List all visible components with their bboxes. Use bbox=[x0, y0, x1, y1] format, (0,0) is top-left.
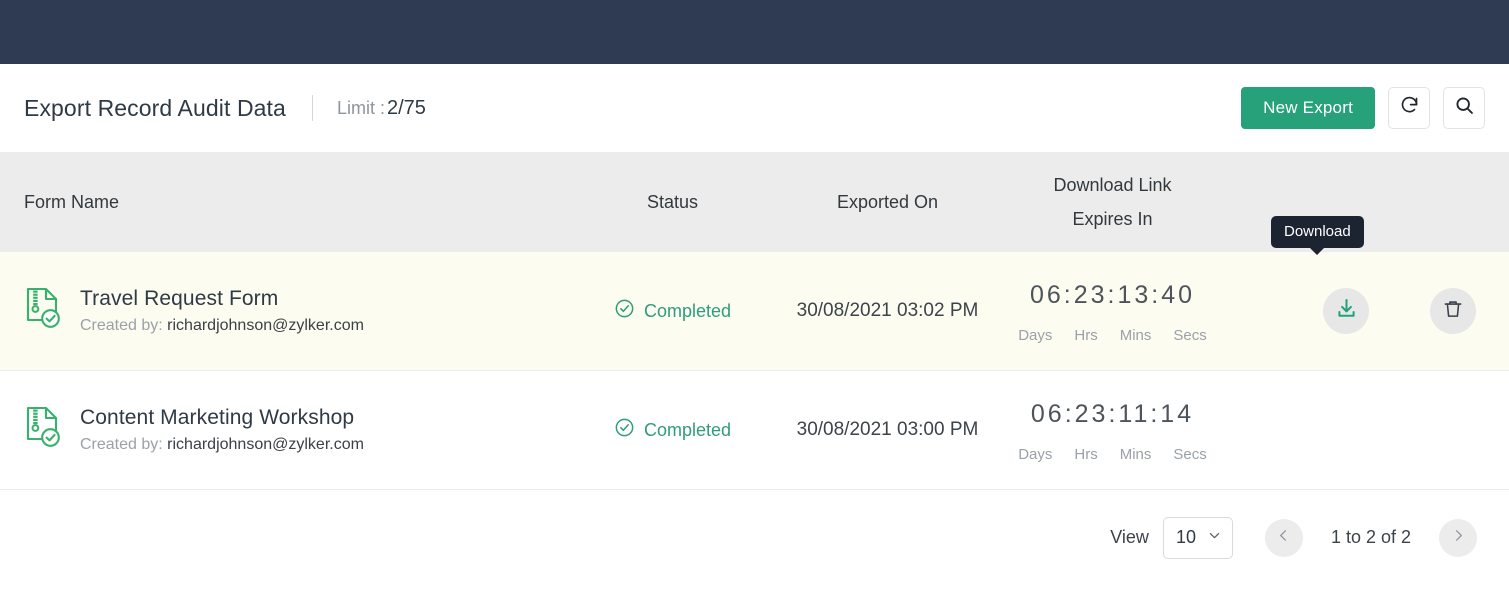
exported-on-cell: 30/08/2021 03:00 PM bbox=[796, 419, 979, 441]
title-separator bbox=[311, 95, 313, 121]
form-name-label: Travel Request Form bbox=[80, 287, 279, 310]
pagination-range-text: 1 to 2 of 2 bbox=[1330, 527, 1411, 547]
refresh-icon bbox=[1399, 95, 1420, 121]
created-by-label: Created by: bbox=[80, 436, 163, 453]
delete-button[interactable] bbox=[1430, 288, 1476, 334]
created-by-email: richardjohnson@zylker.com bbox=[167, 317, 364, 334]
limit-indicator: Limit :2/75 bbox=[337, 97, 426, 120]
created-by-line: Created by: richardjohnson@zylker.com bbox=[80, 436, 364, 454]
countdown-label-secs: Secs bbox=[1173, 446, 1207, 463]
page-size-select[interactable]: 10 bbox=[1162, 516, 1233, 559]
countdown-value: 06:23:11:14 bbox=[1030, 399, 1195, 428]
column-header-exported-on: Exported On bbox=[836, 191, 939, 212]
trash-icon bbox=[1442, 298, 1464, 325]
status-label: Completed bbox=[643, 419, 732, 440]
countdown-value: 06:23:13:40 bbox=[1029, 280, 1196, 309]
exported-on-cell: 30/08/2021 03:02 PM bbox=[796, 300, 979, 322]
check-circle-icon bbox=[614, 417, 635, 443]
form-text-block: Content Marketing Workshop Created by: r… bbox=[80, 406, 364, 454]
countdown-label-secs: Secs bbox=[1173, 327, 1207, 344]
form-name-cell: Content Marketing Workshop Created by: r… bbox=[0, 405, 570, 456]
chevron-down-icon bbox=[1207, 527, 1222, 548]
column-header-form-name: Form Name bbox=[24, 191, 120, 212]
countdown-label-days: Days bbox=[1018, 327, 1053, 344]
column-header-status: Status bbox=[646, 191, 699, 212]
status-label: Completed bbox=[643, 300, 732, 321]
status-cell: Completed bbox=[570, 417, 775, 443]
status-cell: Completed bbox=[570, 298, 775, 324]
chevron-left-icon bbox=[1276, 528, 1291, 548]
new-export-button[interactable]: New Export bbox=[1241, 87, 1375, 129]
expires-in-cell: 06:23:13:40 Days Hrs Mins Secs bbox=[1000, 272, 1225, 351]
countdown-label-mins: Mins bbox=[1119, 327, 1152, 344]
countdown-label-hrs: Hrs bbox=[1074, 446, 1098, 463]
row-actions-cell: Download bbox=[1225, 216, 1509, 370]
previous-page-button[interactable] bbox=[1264, 518, 1303, 557]
zip-file-verified-icon bbox=[24, 286, 64, 337]
chevron-right-icon bbox=[1451, 528, 1466, 548]
created-by-line: Created by: richardjohnson@zylker.com bbox=[80, 317, 364, 335]
expires-in-cell: 06:23:11:14 Days Hrs Mins Secs bbox=[1000, 391, 1225, 470]
zip-file-verified-icon bbox=[24, 405, 64, 456]
pagination-footer: View 10 1 to 2 of 2 bbox=[0, 490, 1509, 585]
created-by-label: Created by: bbox=[80, 317, 163, 334]
refresh-button[interactable] bbox=[1388, 87, 1430, 129]
form-text-block: Travel Request Form Created by: richardj… bbox=[80, 287, 364, 335]
download-icon bbox=[1335, 297, 1358, 325]
header-actions: New Export bbox=[1241, 87, 1485, 129]
limit-label: Limit : bbox=[336, 97, 385, 118]
top-navigation-bar bbox=[0, 0, 1509, 64]
view-label: View bbox=[1110, 527, 1149, 547]
download-tooltip: Download bbox=[1271, 216, 1364, 248]
row-actions-cell bbox=[1225, 371, 1509, 489]
export-records-table: Form Name Status Exported On Download Li… bbox=[0, 152, 1509, 490]
search-icon bbox=[1454, 95, 1475, 121]
column-header-download-link-expires-in: Download Link Expires In bbox=[1000, 168, 1225, 236]
download-button[interactable] bbox=[1323, 288, 1369, 334]
page-header: Export Record Audit Data Limit :2/75 New… bbox=[0, 64, 1509, 152]
column-header-line-1: Download Link bbox=[1053, 174, 1172, 195]
form-name-label: Content Marketing Workshop bbox=[80, 406, 355, 429]
countdown-labels: Days Hrs Mins Secs bbox=[1000, 441, 1225, 470]
table-row[interactable]: Travel Request Form Created by: richardj… bbox=[0, 216, 1509, 371]
countdown-labels: Days Hrs Mins Secs bbox=[1000, 322, 1225, 351]
column-header-line-2: Expires In bbox=[1072, 209, 1153, 229]
countdown-label-hrs: Hrs bbox=[1074, 327, 1098, 344]
created-by-email: richardjohnson@zylker.com bbox=[167, 436, 364, 453]
check-circle-icon bbox=[614, 298, 635, 324]
form-name-cell: Travel Request Form Created by: richardj… bbox=[0, 286, 570, 337]
page-size-value: 10 bbox=[1175, 527, 1196, 547]
page-title: Export Record Audit Data bbox=[24, 94, 286, 121]
countdown-label-mins: Mins bbox=[1119, 446, 1152, 463]
limit-value: 2/75 bbox=[386, 96, 426, 119]
table-row[interactable]: Content Marketing Workshop Created by: r… bbox=[0, 371, 1509, 490]
countdown-label-days: Days bbox=[1018, 446, 1053, 463]
next-page-button[interactable] bbox=[1439, 518, 1477, 557]
search-button[interactable] bbox=[1443, 87, 1485, 129]
